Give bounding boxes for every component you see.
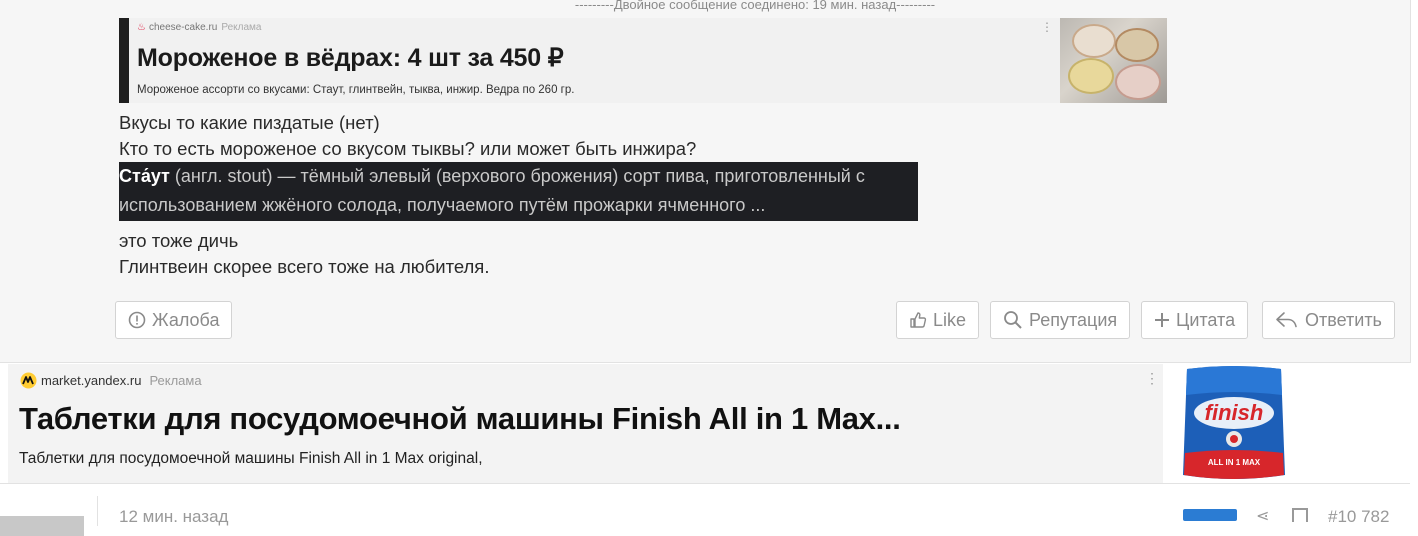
- share-icon[interactable]: ⋖: [1256, 506, 1269, 526]
- quoted-definition-image: Ста́ут (англ. stout) — тёмный элевый (ве…: [119, 162, 918, 221]
- finish-variant-text: ALL IN 1 MAX: [1208, 458, 1261, 467]
- ad-text-panel[interactable]: market.yandex.ru Реклама Таблетки для по…: [8, 364, 1163, 483]
- merged-message-note: ---------Двойное сообщение соединено: 19…: [574, 0, 936, 12]
- avatar-image: [0, 516, 84, 536]
- ad-image-border: [119, 18, 129, 103]
- post-text-line: Глинтвеин скорее всего тоже на любителя.: [119, 256, 490, 277]
- quote-line-1-text: (англ. stout) — тёмный элевый (верхового…: [169, 166, 865, 186]
- post-text-line: Вкусы то какие пиздатые (нет): [119, 112, 380, 133]
- yandex-market-ad[interactable]: market.yandex.ru Реклама Таблетки для по…: [8, 364, 1410, 483]
- quote-term: Ста́ут: [119, 166, 170, 186]
- quote-line-2: использованием жжёного солода, получаемо…: [119, 195, 766, 215]
- status-badge: [1183, 509, 1237, 521]
- ad-source: market.yandex.ru Реклама: [20, 372, 202, 389]
- next-forum-post: 12 мин. назад ⋖ #10 782: [0, 483, 1410, 536]
- finish-brand-text: finish: [1205, 400, 1264, 425]
- ad-tag: Реклама: [149, 373, 202, 388]
- post-timestamp[interactable]: 12 мин. назад: [119, 507, 228, 527]
- like-button-label: Like: [933, 310, 967, 330]
- report-button-label: Жалоба: [152, 310, 220, 330]
- finish-product-image[interactable]: finish ALL IN 1 MAX: [1179, 365, 1289, 481]
- reply-button-label: Ответить: [1305, 310, 1382, 330]
- embedded-ad-image[interactable]: ♨ cheese-cake.ru Реклама Мороженое в вёдра…: [119, 18, 1167, 103]
- cheesecake-logo-icon: ♨: [137, 22, 146, 33]
- search-icon: [1004, 311, 1022, 329]
- quote-button[interactable]: Цитата: [1141, 301, 1249, 339]
- report-button[interactable]: Жалоба: [115, 301, 233, 339]
- reply-arrow-icon: [1276, 312, 1297, 328]
- more-options-icon[interactable]: ⋮: [1145, 370, 1159, 387]
- post-number[interactable]: #10 782: [1328, 507, 1389, 527]
- embedded-ad-source: ♨ cheese-cake.ru Реклама: [137, 22, 261, 33]
- alert-circle-icon: [128, 311, 146, 329]
- ad-description: Таблетки для посудомоечной машины Finish…: [19, 450, 483, 467]
- embedded-ad-headline: Мороженое в вёдрах: 4 шт за 450 ₽: [137, 44, 564, 72]
- finish-package-graphic: finish ALL IN 1 MAX: [1183, 366, 1285, 479]
- reputation-button-label: Репутация: [1029, 310, 1118, 330]
- quote-line-1: Ста́ут (англ. stout) — тёмный элевый (ве…: [119, 162, 918, 191]
- post-text-line: Кто то есть мороженое со вкусом тыквы? и…: [119, 138, 697, 159]
- embedded-ad-tag: Реклама: [221, 22, 262, 33]
- post-text-line: это тоже дичь: [119, 230, 239, 251]
- bookmark-icon[interactable]: [1292, 508, 1308, 522]
- plus-icon: [1155, 313, 1169, 327]
- reply-button[interactable]: Ответить: [1262, 301, 1395, 339]
- embedded-ad-description: Мороженое ассорти со вкусами: Стаут, гли…: [137, 84, 575, 96]
- forum-post: ---------Двойное сообщение соединено: 19…: [0, 0, 1411, 363]
- embedded-ad-domain: cheese-cake.ru: [148, 22, 218, 33]
- like-button[interactable]: Like: [896, 301, 980, 339]
- thumbs-up-icon: [910, 312, 927, 328]
- avatar[interactable]: [0, 496, 98, 536]
- more-options-icon: ⋮: [1041, 20, 1053, 34]
- ice-cream-thumbnail: [1060, 18, 1167, 103]
- yandex-market-logo-icon: [20, 372, 37, 389]
- ad-title[interactable]: Таблетки для посудомоечной машины Finish…: [19, 401, 901, 437]
- quote-button-label: Цитата: [1176, 310, 1236, 330]
- reputation-button[interactable]: Репутация: [990, 301, 1131, 339]
- ad-domain: market.yandex.ru: [41, 373, 142, 388]
